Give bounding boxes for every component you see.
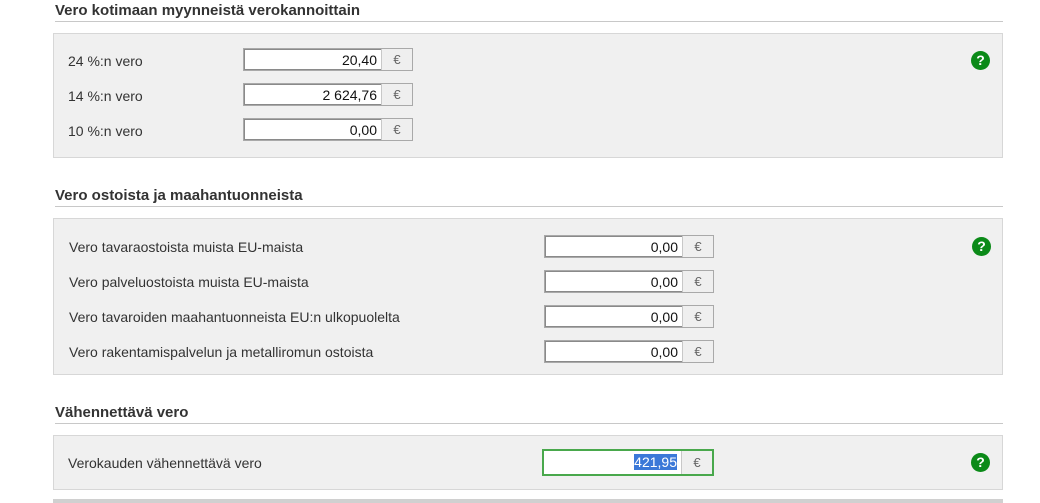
euro-unit: €: [381, 49, 412, 70]
vat-14-value[interactable]: 2 624,76: [244, 84, 381, 105]
help-icon[interactable]: ?: [971, 51, 990, 70]
vat-10-label: 10 %:n vero: [68, 123, 143, 139]
construction-scrap-label: Vero rakentamispalvelun ja metalliromun …: [69, 344, 374, 360]
deductible-vat-label: Verokauden vähennettävä vero: [68, 455, 262, 471]
non-eu-imports-label: Vero tavaroiden maahantuonneista EU:n ul…: [69, 309, 400, 325]
help-icon[interactable]: ?: [971, 453, 990, 472]
vat-14-input[interactable]: 2 624,76 €: [243, 83, 413, 106]
purchases-panel: Vero tavaraostoista muista EU-maista 0,0…: [53, 218, 1003, 375]
non-eu-imports-value[interactable]: 0,00: [545, 306, 682, 327]
section-title-deductible: Vähennettävä vero: [55, 404, 1003, 424]
vat-24-input[interactable]: 20,40 €: [243, 48, 413, 71]
section-title-purchases-imports: Vero ostoista ja maahantuonneista: [55, 187, 1003, 207]
construction-scrap-input[interactable]: 0,00 €: [544, 340, 714, 363]
construction-scrap-value[interactable]: 0,00: [545, 341, 682, 362]
non-eu-imports-input[interactable]: 0,00 €: [544, 305, 714, 328]
euro-unit: €: [682, 236, 713, 257]
vat-24-value[interactable]: 20,40: [244, 49, 381, 70]
deductible-panel: Verokauden vähennettävä vero 421,95 € ?: [53, 435, 1003, 490]
vat-10-value[interactable]: 0,00: [244, 119, 381, 140]
eu-goods-purchases-value[interactable]: 0,00: [545, 236, 682, 257]
deductible-vat-value[interactable]: 421,95: [634, 454, 677, 470]
deductible-vat-input[interactable]: 421,95 €: [542, 449, 714, 476]
euro-unit: €: [682, 271, 713, 292]
euro-unit: €: [381, 84, 412, 105]
help-icon[interactable]: ?: [972, 237, 991, 256]
euro-unit: €: [682, 341, 713, 362]
vat-14-label: 14 %:n vero: [68, 88, 143, 104]
section-title-domestic-sales: Vero kotimaan myynneistä verokannoittain: [55, 2, 1003, 22]
eu-goods-purchases-label: Vero tavaraostoista muista EU-maista: [69, 239, 304, 255]
vat-10-input[interactable]: 0,00 €: [243, 118, 413, 141]
next-section-edge: [53, 499, 1003, 503]
euro-unit: €: [381, 119, 412, 140]
eu-services-purchases-label: Vero palveluostoista muista EU-maista: [69, 274, 309, 290]
euro-unit: €: [682, 306, 713, 327]
deductible-vat-value-wrapper[interactable]: 421,95: [544, 451, 681, 474]
domestic-sales-panel: 24 %:n vero 20,40 € 14 %:n vero 2 624,76…: [53, 33, 1003, 158]
euro-unit: €: [681, 451, 712, 474]
eu-goods-purchases-input[interactable]: 0,00 €: [544, 235, 714, 258]
eu-services-purchases-input[interactable]: 0,00 €: [544, 270, 714, 293]
vat-24-label: 24 %:n vero: [68, 53, 143, 69]
eu-services-purchases-value[interactable]: 0,00: [545, 271, 682, 292]
